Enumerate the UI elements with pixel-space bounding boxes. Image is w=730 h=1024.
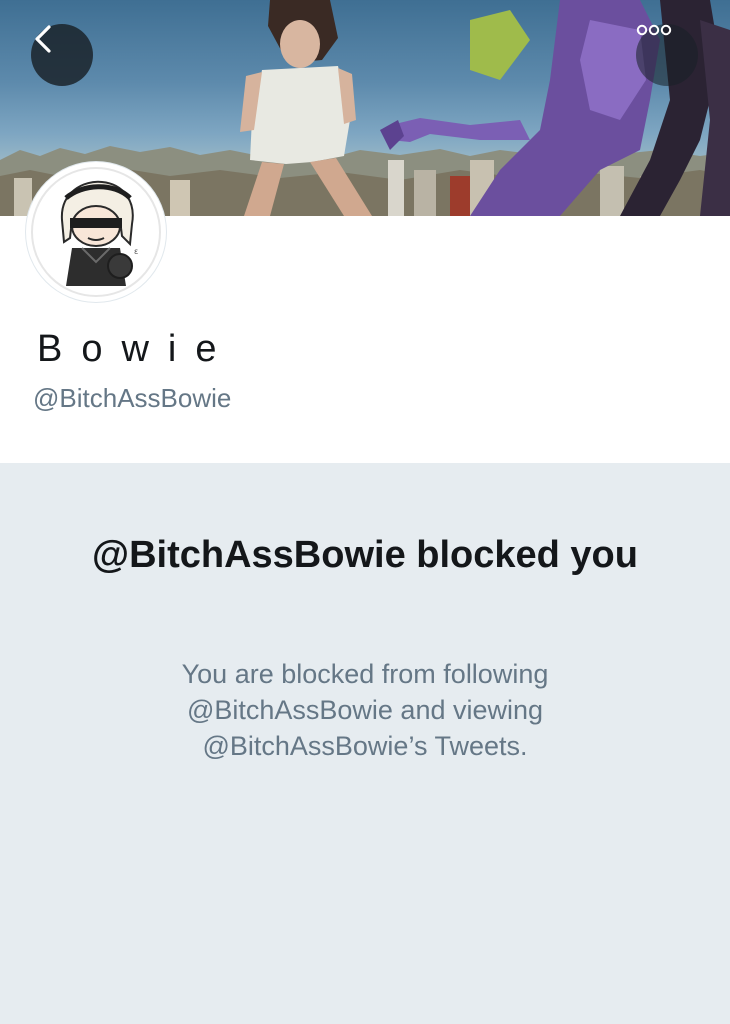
status-bar (0, 0, 730, 8)
blocked-message: You are blocked from following @BitchAss… (181, 659, 549, 761)
svg-text:ɛ: ɛ (134, 247, 138, 256)
avatar[interactable]: ɛ (26, 162, 166, 302)
back-button[interactable] (31, 24, 93, 86)
blocked-title: @BitchAssBowie blocked you (92, 534, 638, 576)
display-name: Bowie (37, 328, 236, 370)
profile-handle: @BitchAssBowie (33, 383, 232, 413)
more-options-button[interactable] (636, 24, 698, 86)
more-dots-icon (636, 24, 672, 36)
chevron-left-icon (35, 25, 51, 53)
avatar-image: ɛ (31, 167, 161, 297)
